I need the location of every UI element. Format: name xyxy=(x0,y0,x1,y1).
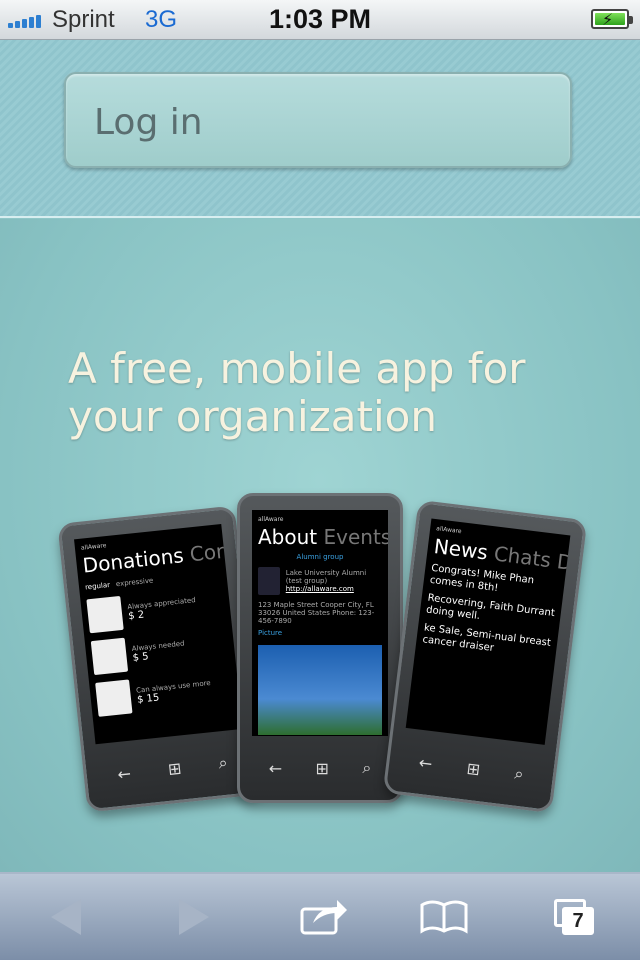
phone-screen: allAware Donations Con regular expressiv… xyxy=(74,523,243,745)
app-name: allAware xyxy=(258,516,284,523)
phone-nav: ← ⊞ ⌕ xyxy=(116,752,229,784)
phone-donations: allAware Donations Con regular expressiv… xyxy=(57,505,265,813)
phone-screen: allAware About Events E Alumni group Lak… xyxy=(252,510,388,736)
status-bar: Sprint 3G 1:03 PM ⚡ xyxy=(0,0,640,40)
phone-nav: ← ⊞ ⌕ xyxy=(417,752,525,784)
forward-arrow-icon[interactable] xyxy=(164,892,224,942)
share-icon[interactable] xyxy=(294,892,354,942)
promo-section: A free, mobile app for your organization… xyxy=(0,219,640,872)
phone-screen: allAware News Chats Do Congrats! Mike Ph… xyxy=(405,518,571,745)
header: Log in xyxy=(0,40,640,218)
pages-count: 7 xyxy=(562,907,594,935)
campus-photo xyxy=(258,645,382,735)
phone-news: allAware News Chats Do Congrats! Mike Ph… xyxy=(382,499,588,814)
screen-title: About Events E xyxy=(258,525,388,549)
browser-toolbar: 7 xyxy=(0,872,640,960)
login-button[interactable]: Log in xyxy=(64,72,572,168)
login-button-label: Log in xyxy=(94,102,203,143)
pages-icon[interactable]: 7 xyxy=(544,892,604,942)
back-arrow-icon[interactable] xyxy=(36,892,96,942)
phone-about: allAware About Events E Alumni group Lak… xyxy=(237,493,403,803)
bookmarks-icon[interactable] xyxy=(414,892,474,942)
status-time: 1:03 PM xyxy=(268,4,372,34)
promo-headline: A free, mobile app for your organization xyxy=(68,344,526,441)
battery-charging-icon: ⚡ xyxy=(591,9,633,29)
phone-nav: ← ⊞ ⌕ xyxy=(268,758,372,778)
